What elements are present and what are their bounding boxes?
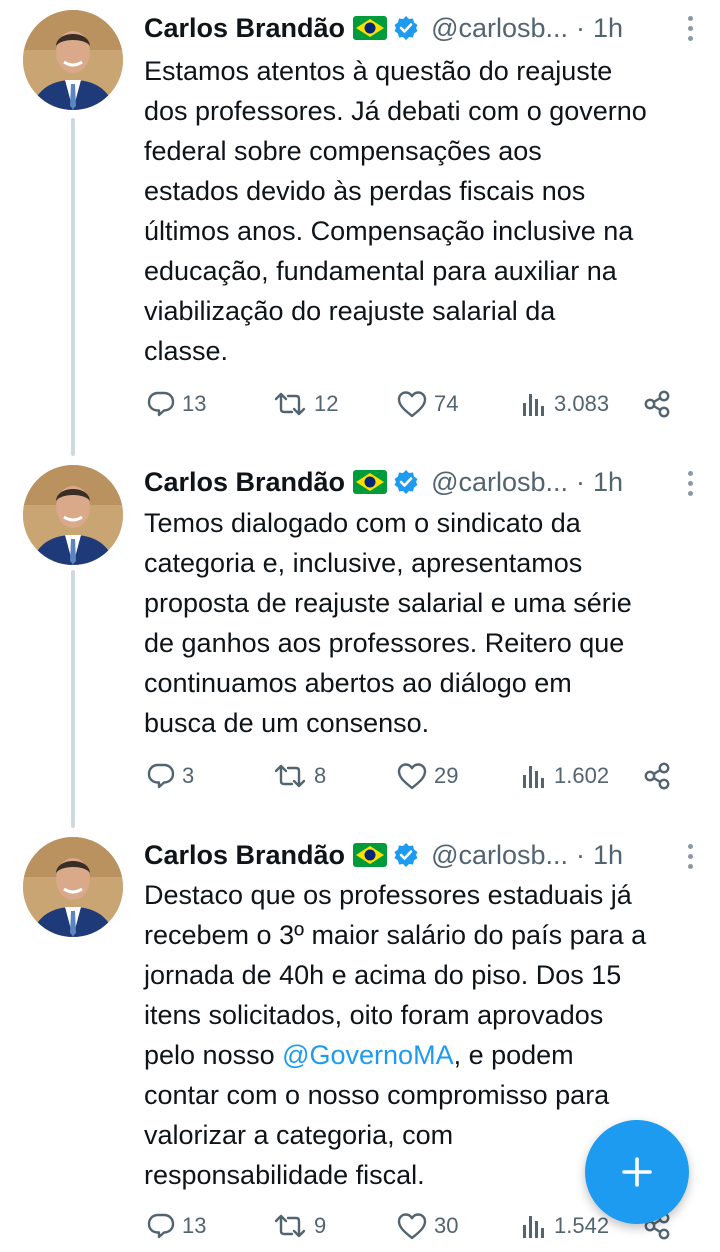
retweet-button[interactable]: 9 [272,1208,326,1244]
brazil-flag-icon [353,16,388,40]
heart-icon [397,391,427,418]
tweet-header: Carlos Brandão @carlosb... · 1h [144,8,700,48]
views-button[interactable]: 1.602 [520,758,609,794]
tweet-actions: 13 12 74 3.083 [144,386,684,422]
tweet-text-line: viabilização do reajuste salarial da [144,296,556,326]
timestamp[interactable]: 1h [593,840,623,871]
separator-dot: · [576,12,586,43]
separator-dot: · [576,466,586,497]
views-count: 1.542 [554,1213,610,1238]
author-handle[interactable]: @carlosb... [431,467,568,498]
share-icon [644,390,670,418]
retweet-button[interactable]: 12 [272,386,338,422]
reply-icon [147,1213,175,1239]
more-options-icon[interactable] [678,838,702,874]
share-icon [644,762,670,790]
heart-icon [397,1213,427,1240]
tweet-text-line: Destaco que os professores estaduais já [144,880,632,910]
brazil-flag-icon [353,470,388,494]
tweet-text: Estamos atentos à questão do reajuste do… [144,51,704,371]
retweet-button[interactable]: 8 [272,758,326,794]
tweet-text-line: proposta de reajuste salarial e uma séri… [144,588,632,618]
author-handle[interactable]: @carlosb... [431,13,568,44]
more-options-icon[interactable] [678,465,702,501]
like-button[interactable]: 74 [396,386,458,422]
author-name[interactable]: Carlos Brandão [144,840,345,871]
reply-icon [147,763,175,789]
tweet-text-line: federal sobre compensações aos [144,136,542,166]
tweet-text-line: dos professores. Já debati com o governo [144,96,647,126]
tweet-text-line: Temos dialogado com o sindicato da [144,508,581,538]
compose-tweet-button[interactable] [585,1120,689,1224]
retweet-count: 8 [314,763,327,788]
tweet-text-line: categoria e, inclusive, apresentamos [144,548,583,578]
timestamp[interactable]: 1h [593,13,623,44]
retweet-count: 12 [314,391,339,416]
tweet-text-line: Estamos atentos à questão do reajuste [144,56,613,86]
views-icon [523,1216,544,1238]
views-button[interactable]: 3.083 [520,386,609,422]
tweet-text-line: últimos anos. Compensação inclusive na [144,216,634,246]
reply-button[interactable]: 3 [146,758,194,794]
retweet-icon [274,392,306,416]
brazil-flag-icon [353,843,388,867]
tweet-header: Carlos Brandão @carlosb... · 1h [144,835,700,875]
mention-link[interactable]: @GovernoMA [282,1040,453,1070]
tweet-text-line: classe. [144,336,229,366]
like-button[interactable]: 29 [396,758,458,794]
timestamp[interactable]: 1h [593,467,623,498]
avatar[interactable] [23,10,123,110]
verified-badge-icon [393,469,419,495]
tweet-text-line: recebem o 3º maior salário do país para … [144,920,647,950]
retweet-icon [274,764,306,788]
views-icon [523,394,544,416]
like-count: 29 [434,763,459,788]
tweet-text: Temos dialogado com o sindicato da categ… [144,503,704,743]
tweet-text-line: estados devido às perdas fiscais nos [144,176,586,206]
tweet-text-line: itens solicitados, oito foram aprovados [144,1000,604,1030]
author-name[interactable]: Carlos Brandão [144,13,345,44]
reply-button[interactable]: 13 [146,1208,206,1244]
tweet[interactable]: Carlos Brandão @carlosb... · 1h Estamos … [0,0,720,450]
reply-count: 13 [182,1213,207,1238]
share-button[interactable] [642,758,672,794]
plus-icon [622,1157,652,1187]
tweet-actions: 13 9 30 1.542 [144,1208,684,1244]
author-name[interactable]: Carlos Brandão [144,467,345,498]
like-count: 30 [434,1213,459,1238]
tweet-text-line: educação, fundamental para auxiliar na [144,256,617,286]
views-icon [523,766,544,788]
tweet-text-line: contar com o nosso compromisso para [144,1080,610,1110]
verified-badge-icon [393,15,419,41]
separator-dot: · [576,839,586,870]
like-count: 74 [434,391,459,416]
tweet-text-line: jornada de 40h e acima do piso. Dos 15 [144,960,622,990]
verified-badge-icon [393,842,419,868]
avatar[interactable] [23,465,123,565]
reply-count: 3 [182,763,195,788]
more-options-icon[interactable] [678,10,702,46]
avatar[interactable] [23,837,123,937]
reply-button[interactable]: 13 [146,386,206,422]
heart-icon [397,763,427,790]
tweet-text-line: pelo nosso @GovernoMA, e podem [144,1035,704,1075]
tweet-actions: 3 8 29 1.602 [144,758,684,794]
like-button[interactable]: 30 [396,1208,458,1244]
reply-icon [147,391,175,417]
retweet-count: 9 [314,1213,327,1238]
tweet-text-line: busca de um consenso. [144,708,430,738]
views-count: 1.602 [554,763,610,788]
tweet-text-line: continuamos abertos ao diálogo em [144,668,572,698]
views-button[interactable]: 1.542 [520,1208,609,1244]
tweet-text-line: de ganhos aos professores. Reitero que [144,628,625,658]
retweet-icon [274,1214,306,1238]
author-handle[interactable]: @carlosb... [431,840,568,871]
mention-suffix: , e podem [453,1040,574,1070]
tweet-header: Carlos Brandão @carlosb... · 1h [144,462,700,502]
views-count: 3.083 [554,391,610,416]
mention-prefix: pelo nosso [144,1040,283,1070]
share-button[interactable] [642,386,672,422]
tweet[interactable]: Carlos Brandão @carlosb... · 1h Temos di… [0,455,720,825]
reply-count: 13 [182,391,207,416]
